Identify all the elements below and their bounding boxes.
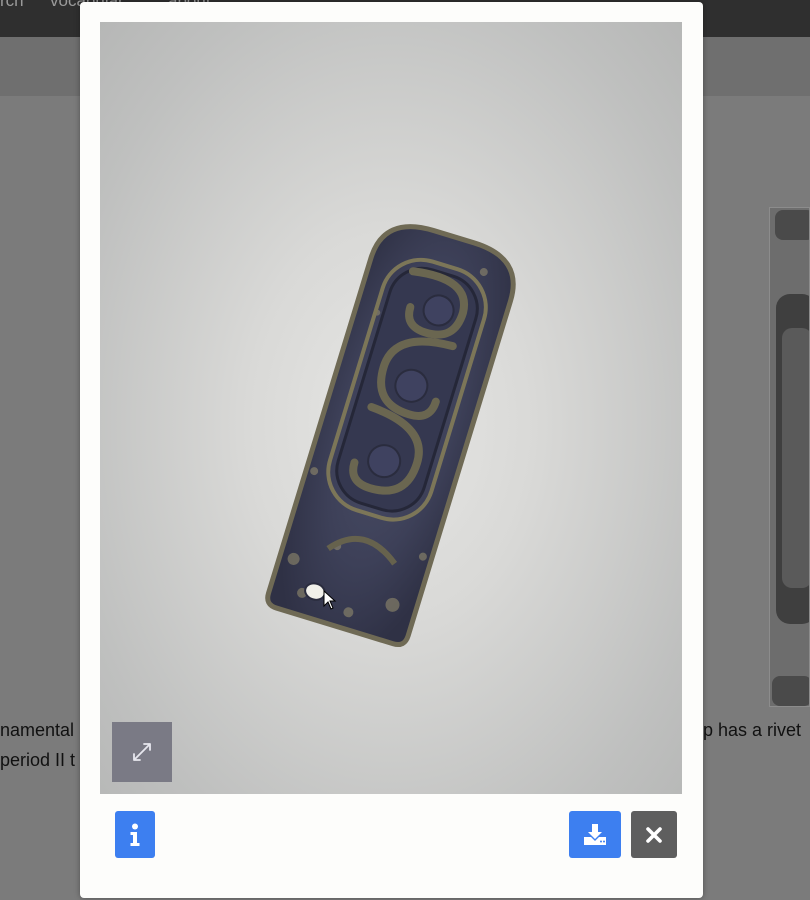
close-button[interactable] bbox=[631, 811, 677, 858]
download-icon bbox=[584, 823, 606, 845]
info-icon bbox=[130, 823, 140, 846]
mouse-cursor-icon bbox=[323, 590, 337, 610]
nav-fragment-search: rch bbox=[0, 0, 24, 10]
expand-arrows-icon bbox=[133, 743, 151, 761]
fullscreen-button[interactable] bbox=[112, 722, 172, 782]
close-icon bbox=[646, 826, 662, 843]
background-text-line: namental bbox=[0, 720, 75, 740]
3d-model-viewer[interactable] bbox=[100, 22, 682, 794]
stone-plaque-model[interactable] bbox=[100, 22, 682, 794]
background-thumbnail bbox=[769, 207, 810, 707]
download-button[interactable] bbox=[569, 811, 621, 858]
background-text-line: p has a rivet bbox=[703, 720, 802, 740]
info-button[interactable] bbox=[115, 811, 155, 858]
background-text-line: period II t bbox=[0, 750, 76, 770]
model-viewer-modal bbox=[80, 2, 703, 898]
